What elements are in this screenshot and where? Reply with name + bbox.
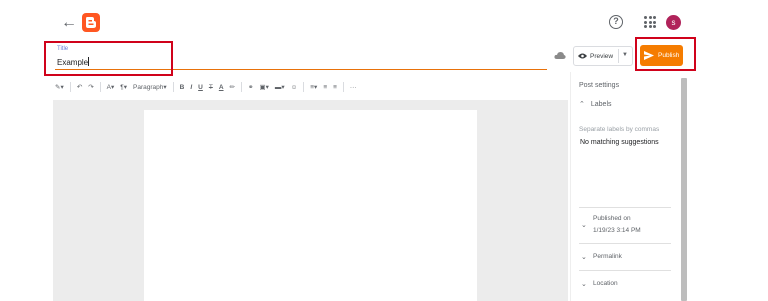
toolbar-divider	[240, 82, 242, 92]
pen-mode-icon[interactable]: ✎▾	[55, 83, 64, 91]
toolbar-divider	[342, 82, 344, 92]
image-icon[interactable]: ▣▾	[259, 83, 268, 91]
back-arrow-icon[interactable]: ←	[60, 14, 78, 32]
no-matching-suggestions: No matching suggestions	[580, 139, 659, 146]
help-icon[interactable]: ?	[609, 15, 623, 29]
toolbar-divider	[172, 82, 174, 92]
chevron-down-icon[interactable]: ⌄	[581, 253, 587, 261]
font-size-icon[interactable]: A▾	[107, 83, 115, 91]
labels-input[interactable]: Separate labels by commas	[579, 126, 673, 133]
italic-icon[interactable]: I	[190, 84, 192, 91]
bold-icon[interactable]: B	[180, 84, 185, 91]
section-divider	[579, 207, 671, 208]
chevron-up-icon: ⌃	[579, 101, 585, 108]
published-on-value: 1/19/23 3:14 PM	[593, 227, 641, 234]
labels-header-label: Labels	[590, 100, 612, 108]
panel-scrollbar[interactable]	[681, 78, 687, 301]
permalink-section[interactable]: Permalink	[593, 253, 622, 260]
text-color-icon[interactable]: A	[219, 84, 224, 91]
location-section[interactable]: Location	[593, 280, 618, 287]
underline-icon[interactable]: U	[198, 84, 203, 91]
highlight-icon[interactable]: ✏	[230, 83, 235, 91]
annotation-box-publish	[635, 37, 696, 71]
emoji-icon[interactable]: ☺	[291, 84, 298, 91]
text-format-icon[interactable]: ¶▾	[120, 83, 127, 91]
paragraph-label: Paragraph	[133, 84, 164, 91]
apps-grid-icon[interactable]	[644, 16, 656, 28]
video-icon[interactable]: ▬▾	[275, 83, 285, 91]
paragraph-dropdown[interactable]: Paragraph▾	[133, 83, 167, 91]
preview-label: Preview	[590, 52, 614, 60]
annotation-box-title	[44, 41, 173, 76]
section-divider	[579, 270, 671, 271]
labels-section-header[interactable]: ⌃ Labels	[579, 100, 612, 109]
toolbar-divider	[303, 82, 305, 92]
redo-icon[interactable]: ↷	[88, 83, 93, 91]
undo-icon[interactable]: ↶	[77, 83, 82, 91]
blogger-logo-icon[interactable]	[82, 13, 100, 32]
more-options-icon[interactable]: ···	[350, 84, 357, 91]
preview-divider	[618, 49, 619, 63]
strikethrough-icon[interactable]: T	[209, 84, 213, 91]
editor-page[interactable]	[144, 110, 477, 301]
link-icon[interactable]: ⚭	[248, 83, 253, 91]
avatar[interactable]: s	[666, 15, 681, 30]
align-icon[interactable]: ≡▾	[310, 83, 317, 91]
eye-icon	[578, 53, 587, 59]
section-divider	[579, 243, 671, 244]
chevron-down-icon[interactable]: ⌄	[581, 221, 587, 229]
cloud-saved-icon	[554, 52, 566, 59]
chevron-down-icon[interactable]: ⌄	[581, 280, 587, 288]
chevron-down-icon[interactable]: ▼	[622, 52, 628, 58]
toolbar-divider	[69, 82, 71, 92]
preview-button[interactable]: Preview ▼	[573, 46, 633, 66]
post-settings-title: Post settings	[579, 82, 620, 89]
numbered-list-icon[interactable]: ≡	[323, 84, 327, 91]
editor-toolbar: ✎▾ ↶ ↷ A▾ ¶▾ Paragraph▾ B I U T A ✏ ⚭ ▣▾…	[55, 80, 465, 94]
published-on-label[interactable]: Published on	[593, 215, 631, 222]
toolbar-divider	[99, 82, 101, 92]
bulleted-list-icon[interactable]: ≡	[333, 84, 337, 91]
